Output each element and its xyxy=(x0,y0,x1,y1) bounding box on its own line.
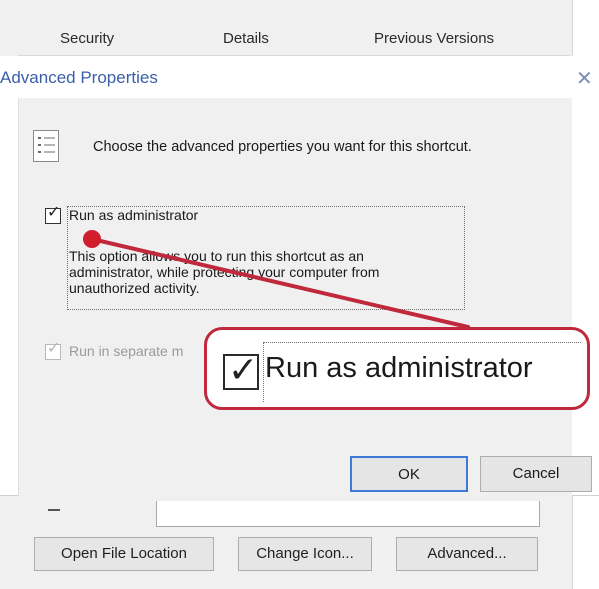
zoom-callout: ✓ Run as administrator xyxy=(204,327,590,410)
dialog-titlebar: Advanced Properties ✕ xyxy=(0,56,599,98)
checkmark-icon: ✓ xyxy=(228,349,259,390)
instruction-text: Choose the advanced properties you want … xyxy=(93,139,472,155)
run-as-administrator-label[interactable]: Run as administrator xyxy=(69,207,198,223)
checkmark-icon: ✓ xyxy=(47,204,61,221)
zoom-checkbox: ✓ xyxy=(223,350,259,390)
comment-field[interactable] xyxy=(156,501,540,527)
field-label-fragment xyxy=(48,509,60,511)
dialog-title: Advanced Properties xyxy=(0,68,158,87)
ok-button[interactable]: OK xyxy=(350,456,468,492)
advanced-button[interactable]: Advanced... xyxy=(396,537,538,571)
dialog-body: Choose the advanced properties you want … xyxy=(18,98,572,496)
change-icon-button[interactable]: Change Icon... xyxy=(238,537,372,571)
run-as-administrator-checkbox[interactable]: ✓ xyxy=(45,204,61,224)
run-as-administrator-description: This option allows you to run this short… xyxy=(69,248,380,296)
tab-previous-versions[interactable]: Previous Versions xyxy=(374,30,494,47)
close-icon[interactable]: ✕ xyxy=(576,66,593,91)
tab-details[interactable]: Details xyxy=(223,30,269,47)
properties-lower-area: Open File Location Change Icon... Advanc… xyxy=(18,495,570,589)
run-in-separate-memory-label: Run in separate m xyxy=(69,343,184,359)
open-file-location-button[interactable]: Open File Location xyxy=(34,537,214,571)
tab-security[interactable]: Security xyxy=(60,30,114,47)
advanced-properties-dialog: Advanced Properties ✕ Choose the advance… xyxy=(0,56,599,496)
cancel-button[interactable]: Cancel xyxy=(480,456,592,492)
checkmark-icon: ✓ xyxy=(47,340,61,357)
list-icon xyxy=(33,130,59,162)
zoom-label: Run as administrator xyxy=(265,352,533,384)
run-in-separate-memory-checkbox: ✓ xyxy=(45,340,61,360)
tab-bar: Security Details Previous Versions xyxy=(18,22,570,56)
